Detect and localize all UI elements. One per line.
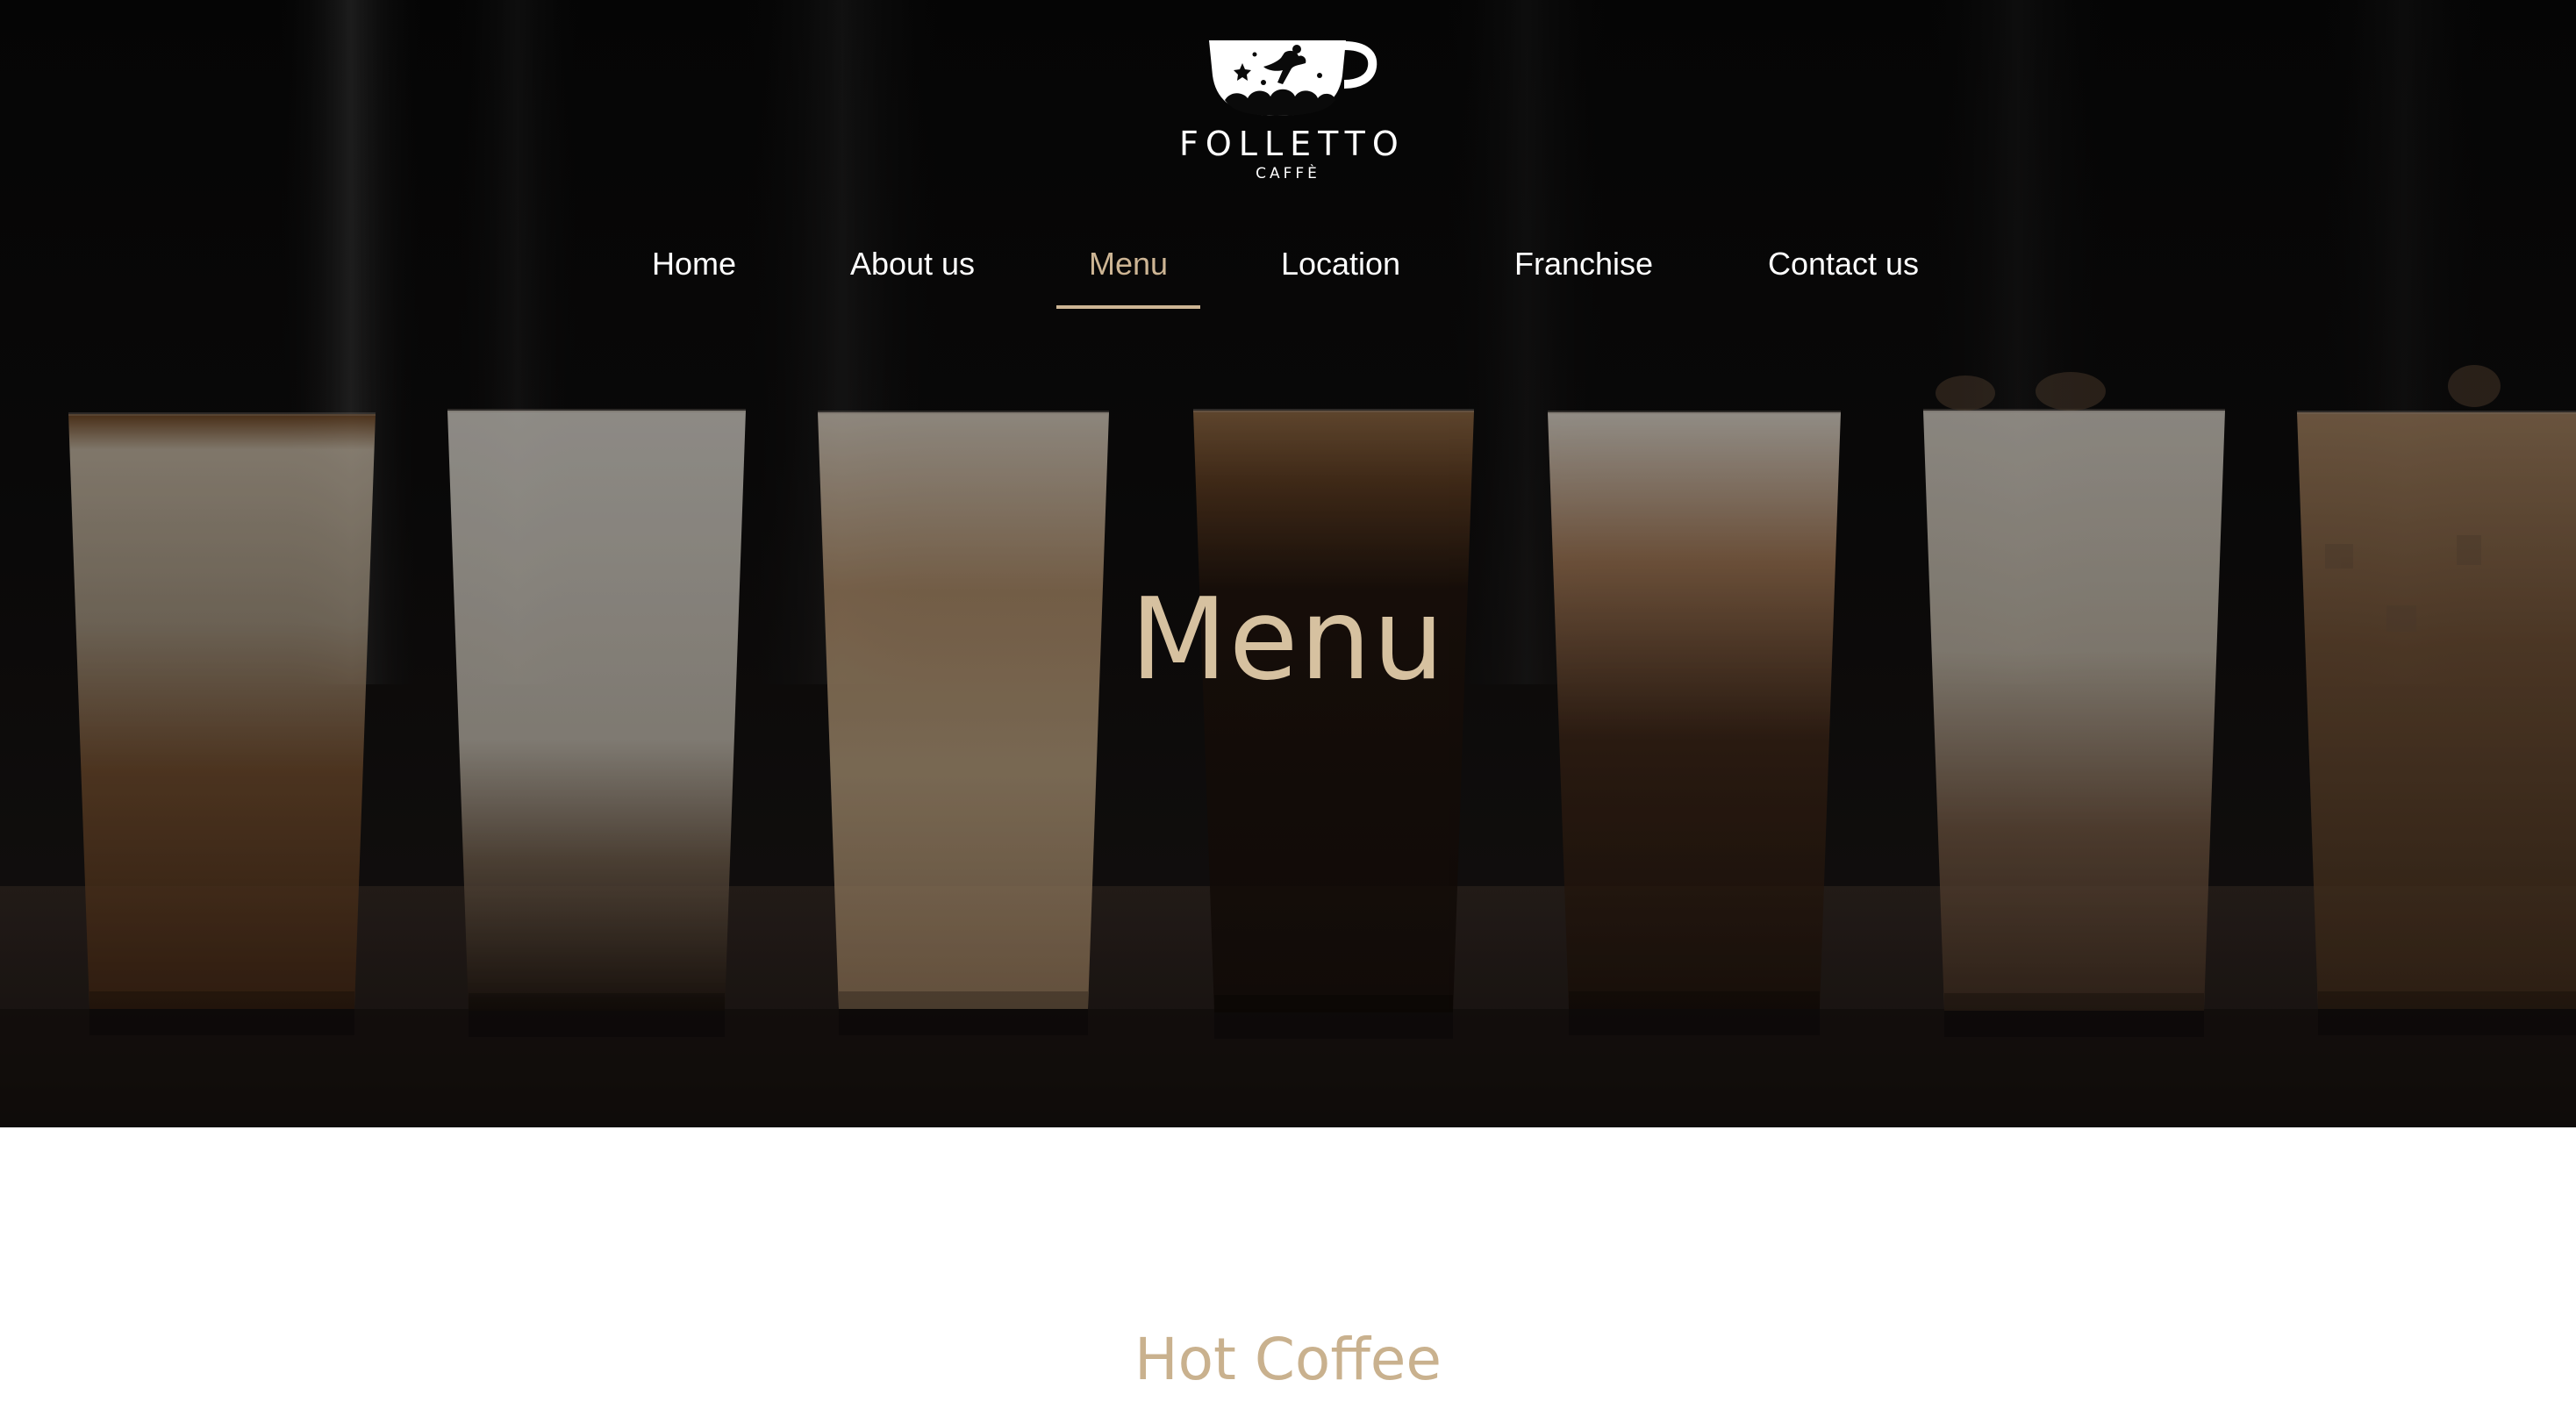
coffee-cup-fairy-icon — [1209, 40, 1377, 116]
main-nav: Home About us Menu Location Franchise Co… — [0, 235, 2576, 309]
nav-item-label: Home — [651, 246, 737, 282]
nav-active-underline — [1056, 305, 1200, 309]
hero-title: Menu — [1130, 575, 1446, 705]
nav-item-label: Franchise — [1513, 246, 1654, 282]
nav-item-label: Menu — [1088, 246, 1169, 282]
nav-item-about-us[interactable]: About us — [848, 235, 977, 309]
nav-item-label: About us — [849, 246, 976, 282]
brand-logo[interactable]: FOLLETTO CAFFÈ — [1179, 35, 1406, 184]
nav-item-home[interactable]: Home — [650, 235, 738, 309]
nav-item-label: Location — [1280, 246, 1401, 282]
nav-item-franchise[interactable]: Franchise — [1513, 235, 1655, 309]
nav-item-contact-us[interactable]: Contact us — [1764, 235, 1923, 309]
nav-item-menu[interactable]: Menu — [1056, 235, 1200, 309]
nav-item-location[interactable]: Location — [1278, 235, 1403, 309]
brand-name: FOLLETTO — [1179, 125, 1406, 163]
brand-subtitle: CAFFÈ — [1256, 165, 1320, 182]
nav-item-label: Contact us — [1767, 246, 1920, 282]
page: FOLLETTO CAFFÈ Home About us Menu Locati… — [0, 0, 2576, 1409]
section-title-hot-coffee: Hot Coffee — [1134, 1326, 1442, 1393]
